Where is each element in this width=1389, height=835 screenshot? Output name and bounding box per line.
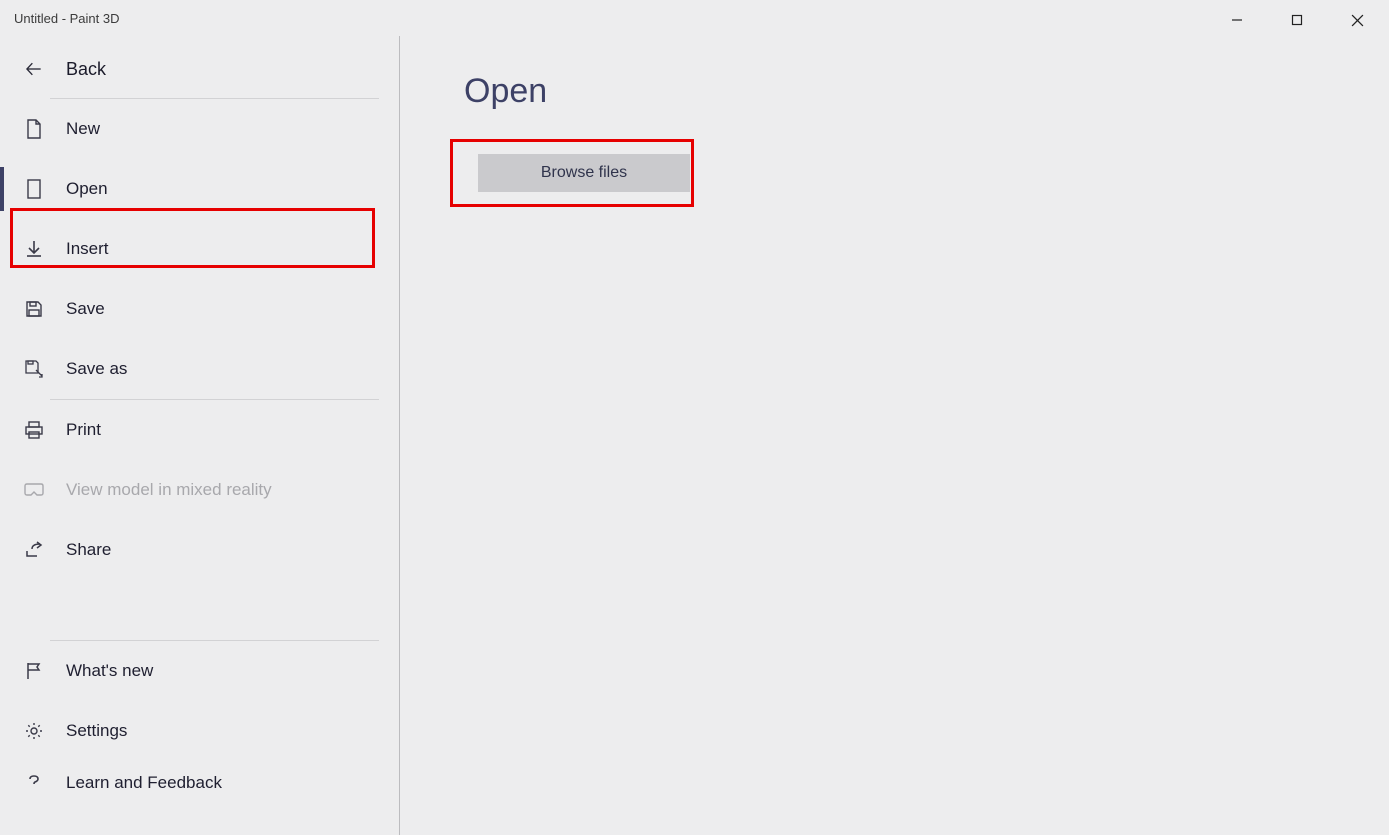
titlebar: Untitled - Paint 3D [0,0,1389,36]
menu-item-whats-new[interactable]: What's new [0,641,399,701]
menu-label: New [66,119,100,139]
menu-label: View model in mixed reality [66,480,272,500]
menu-label: Insert [66,239,109,259]
menu-label: Save as [66,359,127,379]
window-title: Untitled - Paint 3D [14,11,120,26]
main-panel: Open Browse files [400,36,1389,835]
window-controls [1221,0,1389,32]
menu-item-new[interactable]: New [0,99,399,159]
gear-icon [24,721,44,741]
document-icon [24,119,44,139]
menu-label: Print [66,420,101,440]
menu-item-save-as[interactable]: Save as [0,339,399,399]
menu-label: What's new [66,661,153,681]
menu-item-insert[interactable]: Insert [0,219,399,279]
menu-item-mixed-reality: View model in mixed reality [0,460,399,520]
print-icon [24,420,44,440]
back-label: Back [66,59,106,80]
back-button[interactable]: Back [0,40,399,98]
menu-label: Save [66,299,105,319]
menu-item-share[interactable]: Share [0,520,399,580]
flag-icon [24,661,44,681]
maximize-icon [1291,14,1303,26]
menu-item-learn-feedback[interactable]: Learn and Feedback [0,761,399,805]
page-heading: Open [464,72,1389,111]
help-icon [24,773,44,793]
sidebar: Back New Open Insert Save Save as [0,36,400,835]
menu-label: Open [66,179,108,199]
save-icon [24,299,44,319]
menu-item-print[interactable]: Print [0,400,399,460]
menu-label: Share [66,540,111,560]
close-button[interactable] [1341,8,1373,32]
back-arrow-icon [24,59,44,79]
save-as-icon [24,359,44,379]
menu-label: Settings [66,721,127,741]
maximize-button[interactable] [1281,8,1313,32]
menu-item-save[interactable]: Save [0,279,399,339]
vr-headset-icon [24,480,44,500]
open-icon [24,179,44,199]
menu-label: Learn and Feedback [66,773,222,793]
share-icon [24,540,44,560]
minimize-button[interactable] [1221,8,1253,32]
menu-item-open[interactable]: Open [0,159,399,219]
insert-icon [24,239,44,259]
menu-item-settings[interactable]: Settings [0,701,399,761]
minimize-icon [1231,14,1243,26]
close-icon [1351,14,1364,27]
browse-files-button[interactable]: Browse files [478,154,690,192]
